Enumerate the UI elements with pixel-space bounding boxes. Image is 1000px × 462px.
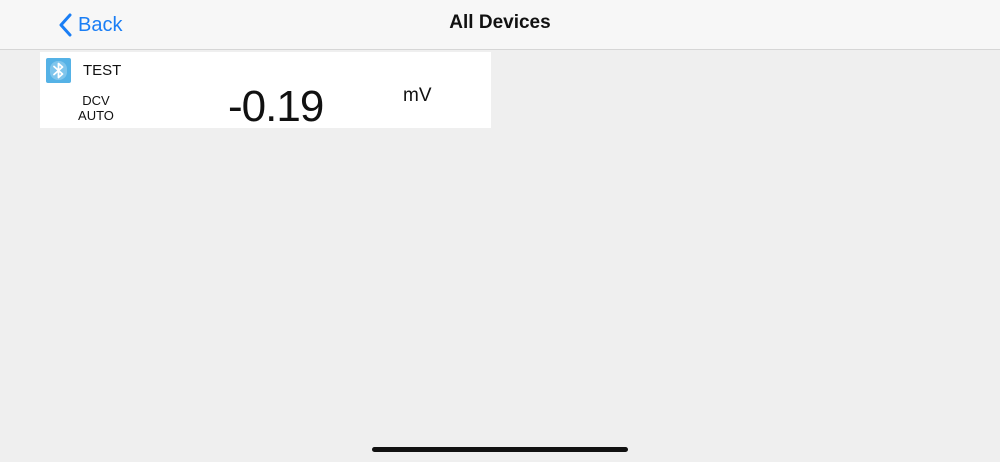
range-label: AUTO <box>78 108 114 123</box>
device-card[interactable]: TEST DCV AUTO -0.19 mV <box>40 52 491 131</box>
reading-value: -0.19 <box>228 82 324 131</box>
home-indicator[interactable] <box>372 447 628 452</box>
device-name: TEST <box>83 62 122 79</box>
page-title: All Devices <box>449 12 551 33</box>
measurement-mode: DCV AUTO <box>68 93 124 123</box>
reading-unit: mV <box>403 85 432 106</box>
bluetooth-icon <box>46 58 71 83</box>
navigation-bar: Back All Devices <box>0 0 1000 50</box>
mode-label: DCV <box>82 93 110 108</box>
